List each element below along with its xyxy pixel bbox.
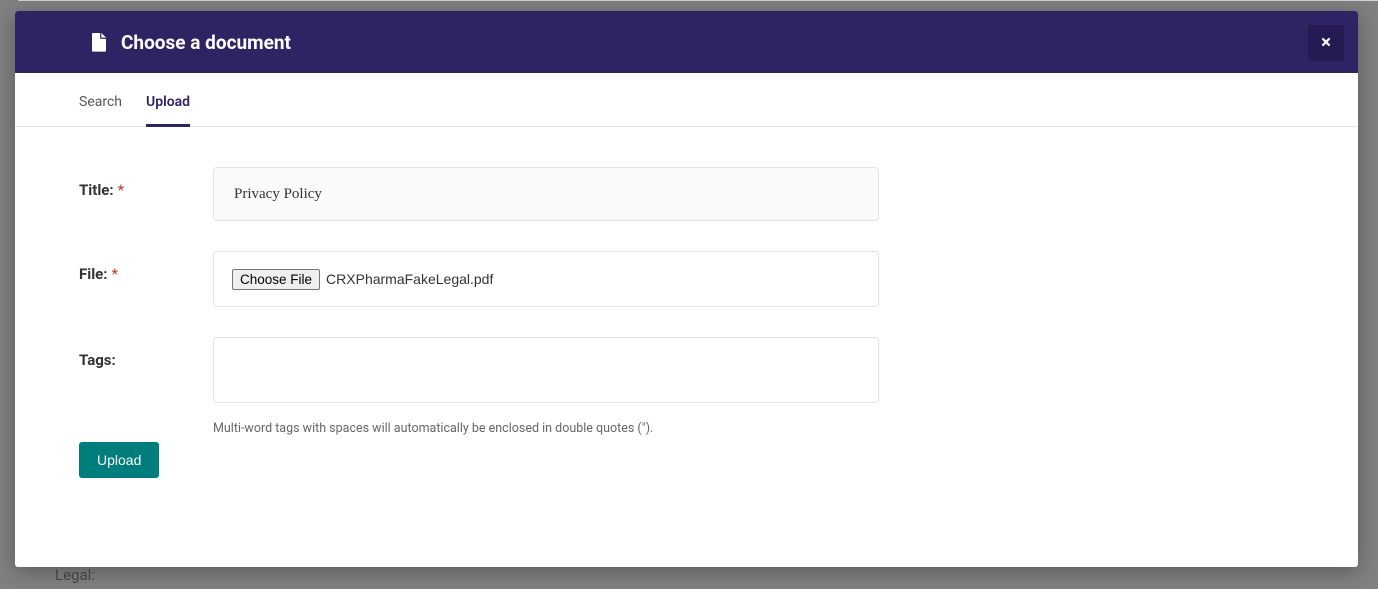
background-label-legal: Legal: bbox=[55, 566, 95, 584]
file-input-wrapper[interactable]: Choose File CRXPharmaFakeLegal.pdf bbox=[213, 251, 879, 307]
upload-form: Title:* File:* Choose File CRXPharmaFake… bbox=[15, 127, 1358, 508]
title-input[interactable] bbox=[213, 167, 879, 221]
choose-document-modal: Choose a document Search Upload Title:* bbox=[15, 11, 1358, 567]
close-button[interactable] bbox=[1308, 25, 1344, 61]
tabs: Search Upload bbox=[15, 73, 1358, 127]
submit-row: Upload bbox=[79, 442, 1294, 478]
modal-title: Choose a document bbox=[121, 31, 291, 54]
upload-button[interactable]: Upload bbox=[79, 442, 159, 478]
tags-input[interactable] bbox=[213, 337, 879, 403]
page-backdrop: Legal: Choose a document Search Upload T… bbox=[0, 0, 1378, 589]
modal-header: Choose a document bbox=[15, 11, 1358, 73]
label-title: Title:* bbox=[79, 167, 213, 199]
required-marker: * bbox=[112, 265, 118, 283]
row-file: File:* Choose File CRXPharmaFakeLegal.pd… bbox=[79, 251, 1294, 307]
tab-search[interactable]: Search bbox=[79, 78, 122, 126]
label-tags: Tags: bbox=[79, 337, 213, 369]
required-marker: * bbox=[118, 181, 124, 199]
tab-upload[interactable]: Upload bbox=[146, 78, 190, 126]
row-tags: Tags: Multi-word tags with spaces will a… bbox=[79, 337, 1294, 436]
selected-file-name: CRXPharmaFakeLegal.pdf bbox=[326, 271, 493, 287]
tags-help-text: Multi-word tags with spaces will automat… bbox=[213, 421, 879, 436]
close-icon bbox=[1320, 35, 1332, 52]
document-icon bbox=[92, 33, 106, 51]
choose-file-button[interactable]: Choose File bbox=[232, 269, 320, 290]
label-file: File:* bbox=[79, 251, 213, 283]
row-title: Title:* bbox=[79, 167, 1294, 221]
